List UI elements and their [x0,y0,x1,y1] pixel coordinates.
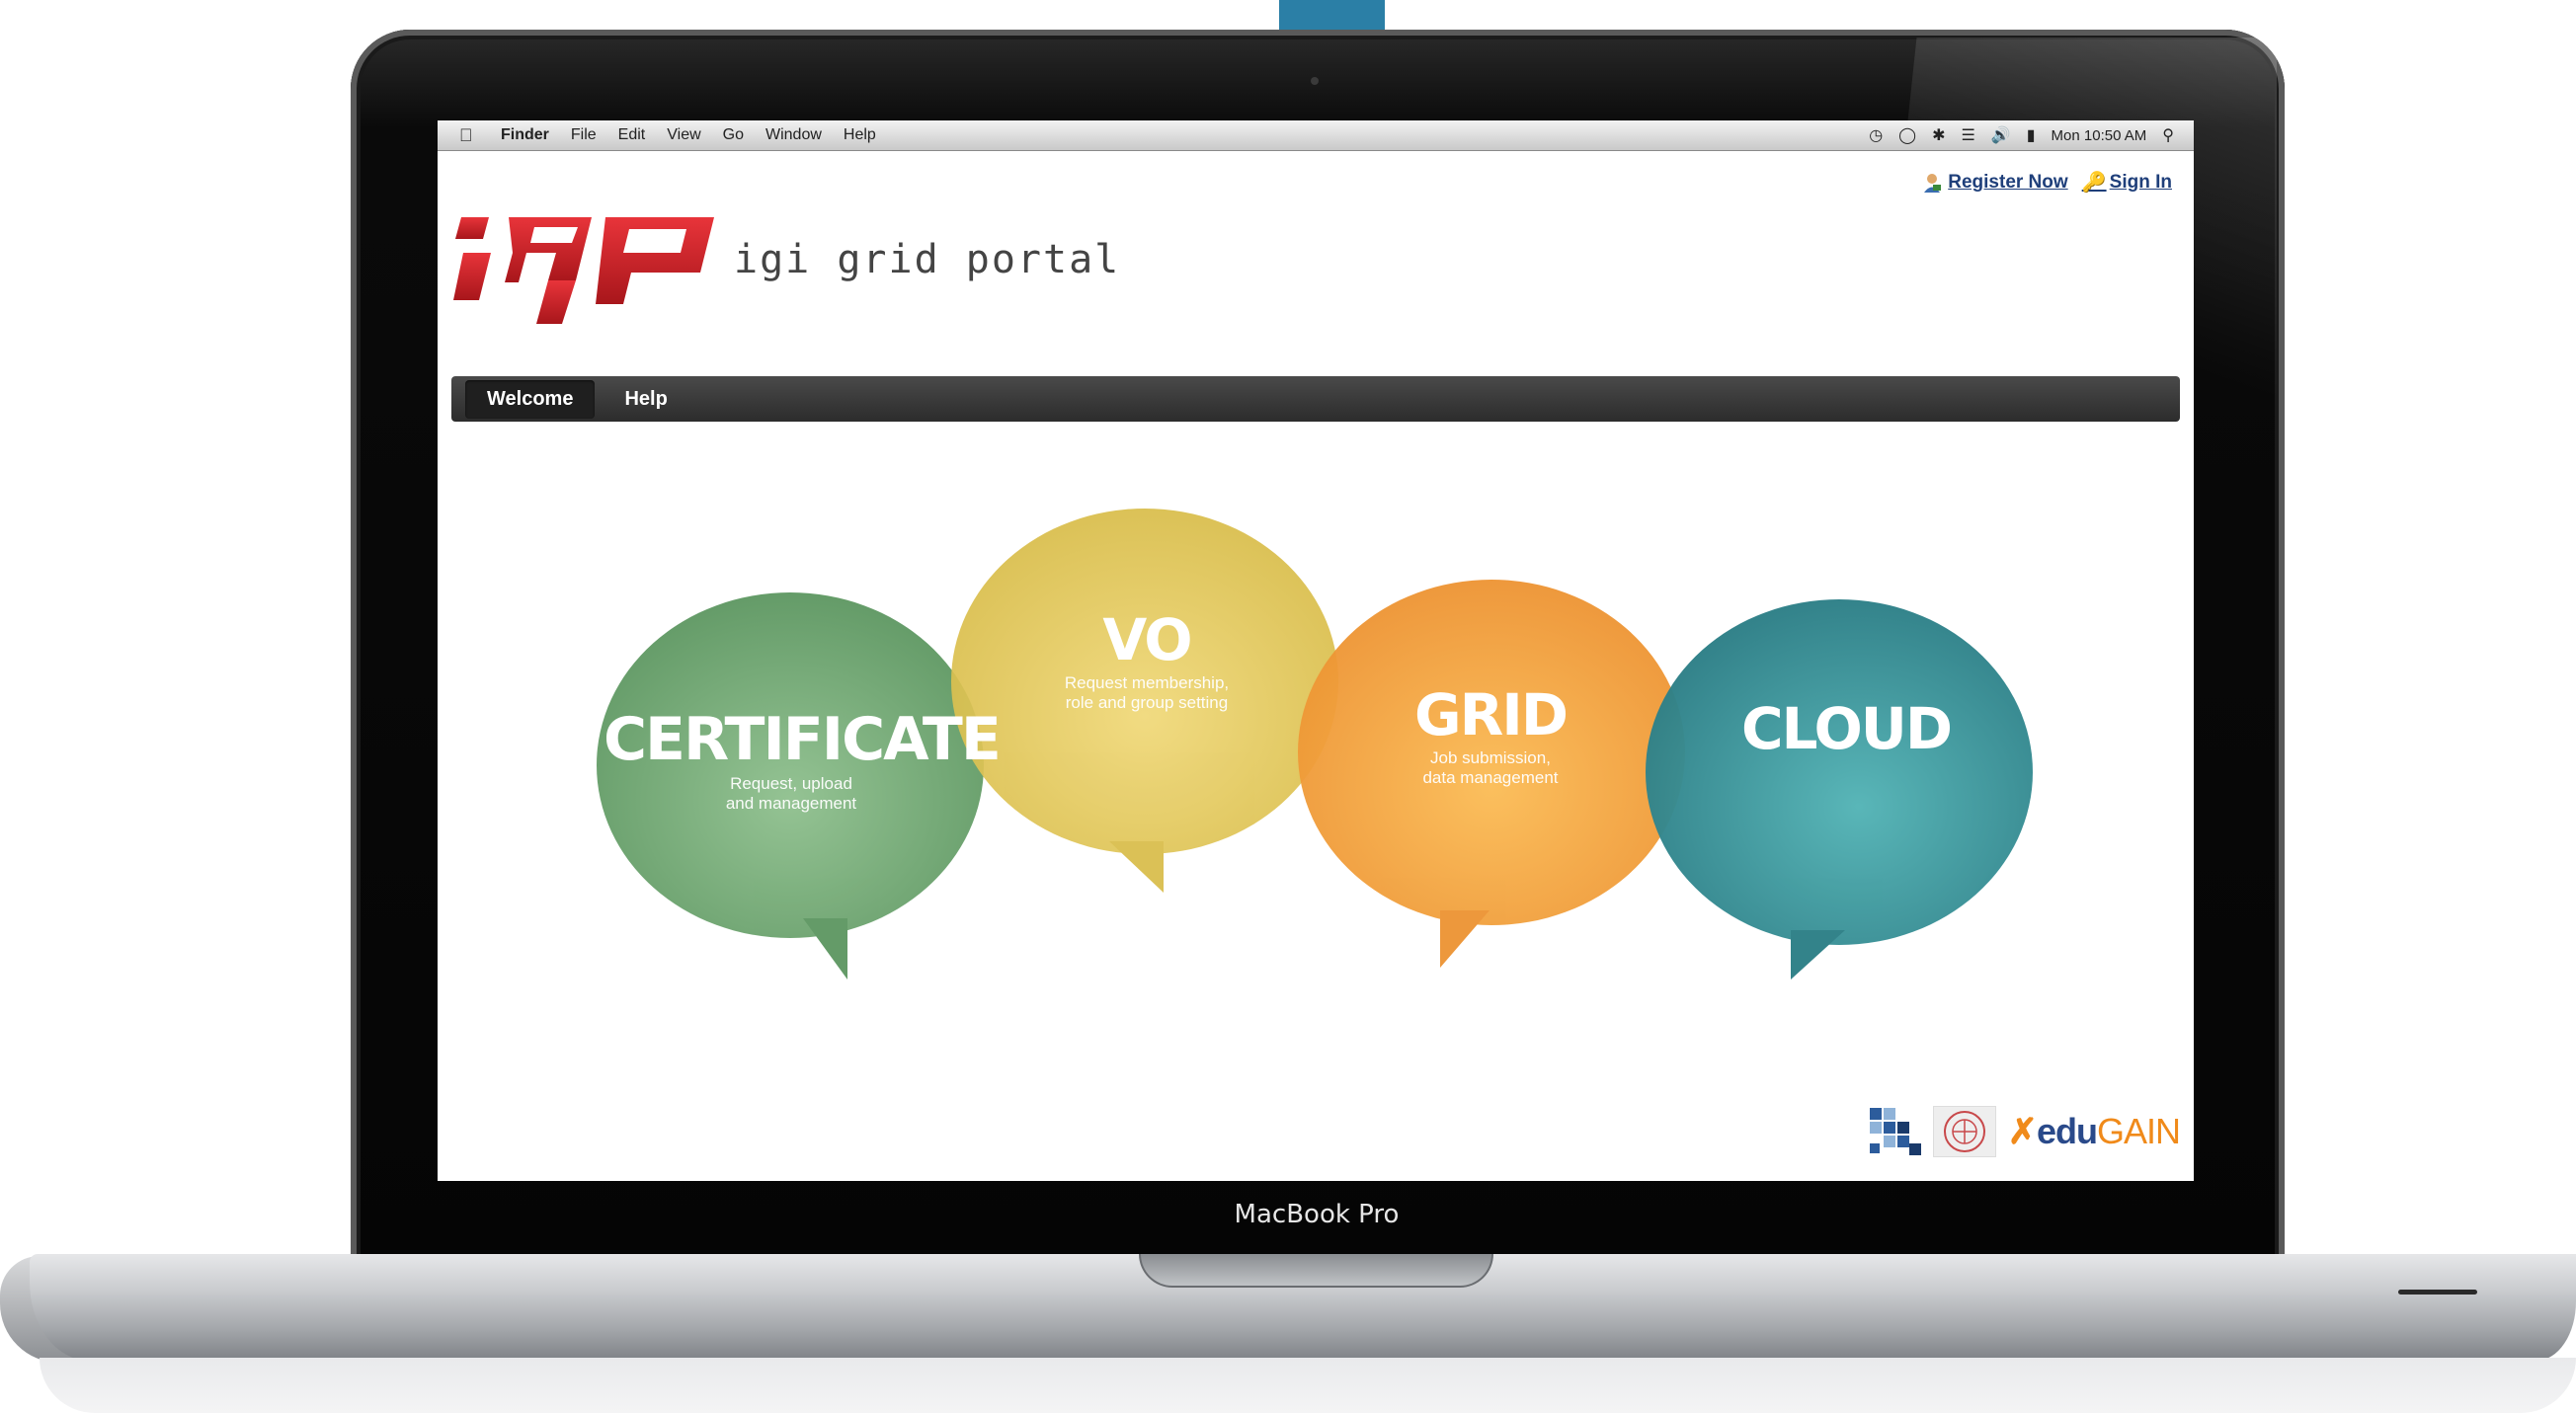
certificate-title: CERTIFICATE [604,705,1002,774]
grid-subtitle-line1: Job submission, [1430,748,1551,767]
partner-logos: ✗eduGAIN [1869,1106,2181,1157]
vo-text[interactable]: VO Request membership, role and group se… [959,606,1334,713]
vo-subtitle-line2: role and group setting [1065,693,1229,712]
vo-subtitle-line1: Request membership, [1064,673,1230,692]
certificate-subtitle-line1: Request, upload [730,774,852,793]
vo-title: VO [1102,606,1192,673]
edugain-edu: edu [2036,1111,2098,1151]
laptop-screen:  Finder File Edit View Go Window Help ◷… [438,120,2194,1181]
bubble-cloud[interactable] [1646,599,2033,980]
edugain-logo[interactable]: ✗eduGAIN [2007,1111,2181,1152]
certificate-text[interactable]: CERTIFICATE Request, upload and manageme… [604,705,1002,814]
cloud-title: CLOUD [1740,695,1953,762]
seal-icon [1943,1111,1985,1152]
edugain-gain: GAIN [2096,1111,2181,1151]
macbook-label: MacBook Pro [1234,1200,1400,1229]
grid-text[interactable]: GRID Job submission, data management [1303,681,1678,788]
grid-title: GRID [1414,681,1569,748]
edugain-x-icon: ✗ [2007,1111,2038,1151]
laptop-base-foot [40,1358,2576,1413]
laptop-notch [1139,1254,1493,1288]
sleep-indicator [2398,1290,2477,1295]
seal-logo[interactable] [1932,1106,1996,1157]
grid-subtitle-line2: data management [1422,768,1559,787]
grid-squares-logo[interactable] [1869,1108,1921,1155]
camera [1311,77,1319,85]
cloud-text[interactable]: CLOUD [1658,695,2034,762]
certificate-subtitle-line2: and management [725,794,857,813]
